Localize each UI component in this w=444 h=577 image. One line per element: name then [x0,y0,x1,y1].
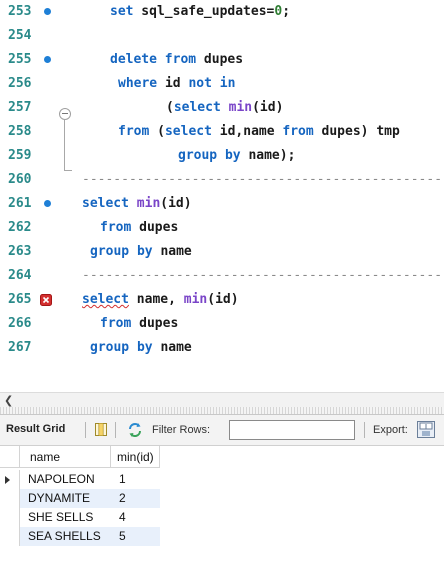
line-number: 253 [8,4,32,19]
code-text: from dupes [100,220,179,235]
cell-min-id[interactable]: 5 [111,527,160,546]
result-toolbar: Result Grid Filter Rows: Export: [0,415,444,446]
line-number: 257 [8,100,32,115]
table-row[interactable]: NAPOLEON 1 [0,470,160,489]
grid-header-row: name min(id) [0,446,160,468]
editor-line: 259 group by name); [0,144,444,168]
editor-line: 264 ------------------------------------… [0,264,444,288]
code-text: group by name); [178,148,296,163]
toolbar-divider [364,422,365,438]
table-row[interactable]: SEA SHELLS 5 [0,527,160,546]
cell-min-id[interactable]: 4 [111,508,160,527]
scroll-left-icon[interactable]: ❮ [4,394,13,407]
code-text: select name, min(id) [82,292,239,307]
fold-guide-end [64,170,72,171]
line-number: 260 [8,172,32,187]
separator-comment: ----------------------------------------… [82,268,444,283]
editor-line: 265 select name, min(id) [0,288,444,312]
toolbar-divider [85,422,86,438]
line-number: 266 [8,316,32,331]
statement-marker-icon [44,56,51,63]
table-row[interactable]: DYNAMITE 2 [0,489,160,508]
editor-line: 253 set sql_safe_updates=0; [0,0,444,24]
line-number: 254 [8,28,32,43]
code-text: from dupes [100,316,179,331]
filter-rows-label: Filter Rows: [152,424,211,436]
filter-rows-input[interactable] [229,420,355,440]
editor-line: 256 where id not in [0,72,444,96]
panel-splitter[interactable] [0,407,444,415]
toolbar-divider [115,422,116,438]
line-number: 265 [8,292,32,307]
line-number: 255 [8,52,32,67]
editor-line: 261 select min(id) [0,192,444,216]
code-text: (select min(id) [166,100,284,115]
editor-line: 263 group by name [0,240,444,264]
line-number: 262 [8,220,32,235]
code-text: group by name [90,340,192,355]
current-row-icon [5,476,10,484]
fold-guide [64,120,65,170]
statement-marker-icon [44,8,51,15]
cell-name[interactable]: NAPOLEON [20,470,111,489]
editor-line: 254 [0,24,444,48]
grid-view-icon[interactable] [95,423,107,436]
row-selector[interactable] [0,508,20,527]
line-number: 258 [8,124,32,139]
error-icon[interactable] [40,294,52,306]
line-number: 256 [8,76,32,91]
code-text: set sql_safe_updates=0; [110,4,291,19]
code-text: delete from dupes [110,52,244,67]
cell-name[interactable]: SEA SHELLS [20,527,111,546]
result-grid-label[interactable]: Result Grid [6,423,65,435]
line-number: 259 [8,148,32,163]
code-text: from (select id,name from dupes) tmp [118,124,400,139]
code-text: group by name [90,244,192,259]
line-number: 267 [8,340,32,355]
code-text: select min(id) [82,196,192,211]
editor-line: 262 from dupes [0,216,444,240]
cell-name[interactable]: SHE SELLS [20,508,111,527]
editor-line: 258 from (select id,name from dupes) tmp [0,120,444,144]
sql-editor[interactable]: 253 set sql_safe_updates=0; 254 255 dele… [0,0,444,392]
table-row[interactable]: SHE SELLS 4 [0,508,160,527]
editor-line: 266 from dupes [0,312,444,336]
row-selector[interactable] [0,470,20,489]
code-text: where id not in [118,76,236,91]
editor-line: 255 delete from dupes [0,48,444,72]
separator-comment: ----------------------------------------… [82,172,444,187]
line-number: 264 [8,268,32,283]
result-grid[interactable]: name min(id) NAPOLEON 1 DYNAMITE 2 SHE S… [0,446,444,577]
row-selector-header[interactable] [0,446,20,468]
cell-min-id[interactable]: 2 [111,489,160,508]
horizontal-scrollbar[interactable]: ❮ [0,392,444,407]
column-header-name[interactable]: name [20,446,111,468]
column-header-min-id[interactable]: min(id) [111,446,160,468]
row-selector[interactable] [0,527,20,546]
editor-line: 267 group by name [0,336,444,360]
fold-toggle-icon[interactable] [59,108,71,120]
export-icon[interactable] [417,421,435,438]
row-selector[interactable] [0,489,20,508]
cell-min-id[interactable]: 1 [111,470,160,489]
export-label: Export: [373,424,408,436]
line-number: 263 [8,244,32,259]
statement-marker-icon [44,200,51,207]
editor-line: 260 ------------------------------------… [0,168,444,192]
cell-name[interactable]: DYNAMITE [20,489,111,508]
line-number: 261 [8,196,32,211]
refresh-icon[interactable] [127,422,143,438]
